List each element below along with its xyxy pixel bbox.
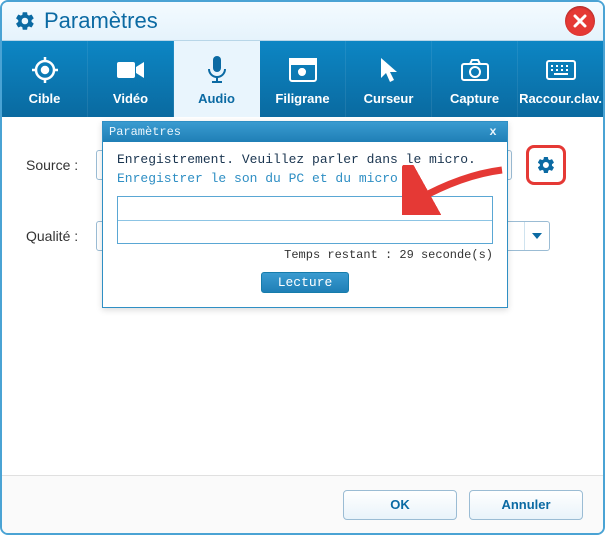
- microphone-icon: [205, 53, 229, 87]
- footer: OK Annuler: [2, 475, 603, 533]
- recording-popup: Paramètres x Enregistrement. Veuillez pa…: [102, 121, 508, 308]
- popup-titlebar: Paramètres x: [103, 122, 507, 142]
- play-button[interactable]: Lecture: [261, 272, 350, 293]
- tabs: Cible Vidéo Audio Filigrane Curseur: [2, 41, 603, 117]
- ok-button[interactable]: OK: [343, 490, 457, 520]
- tab-raccourcis[interactable]: Raccour.clav.: [518, 41, 603, 117]
- tab-label: Vidéo: [113, 91, 148, 106]
- tab-capture[interactable]: Capture: [432, 41, 518, 117]
- video-icon: [116, 53, 146, 87]
- tab-label: Capture: [450, 91, 499, 106]
- camera-icon: [460, 53, 490, 87]
- watermark-icon: [288, 53, 318, 87]
- chevron-down-icon: [524, 222, 549, 250]
- tab-curseur[interactable]: Curseur: [346, 41, 432, 117]
- tab-cible[interactable]: Cible: [2, 41, 88, 117]
- tab-label: Filigrane: [275, 91, 329, 106]
- titlebar: Paramètres: [2, 2, 603, 41]
- tab-label: Audio: [198, 91, 235, 106]
- cancel-button[interactable]: Annuler: [469, 490, 583, 520]
- source-label: Source :: [26, 157, 96, 173]
- tab-video[interactable]: Vidéo: [88, 41, 174, 117]
- tab-label: Cible: [29, 91, 61, 106]
- audio-waveform: [117, 196, 493, 244]
- time-remaining: Temps restant : 29 seconde(s): [117, 248, 493, 262]
- popup-close-button[interactable]: x: [485, 125, 501, 139]
- gear-icon: [14, 10, 36, 32]
- tab-label: Raccour.clav.: [519, 91, 602, 106]
- settings-window: Paramètres Cible Vidéo Audio: [0, 0, 605, 535]
- tab-audio[interactable]: Audio: [174, 41, 260, 117]
- recording-instruction: Enregistrement. Veuillez parler dans le …: [117, 152, 493, 167]
- source-settings-button[interactable]: [526, 145, 566, 185]
- window-title: Paramètres: [44, 8, 158, 34]
- popup-title: Paramètres: [109, 125, 485, 139]
- quality-label: Qualité :: [26, 228, 96, 244]
- cursor-icon: [378, 53, 400, 87]
- panel-audio: Source : Qualité : Paramètres x: [2, 117, 603, 476]
- tab-filigrane[interactable]: Filigrane: [260, 41, 346, 117]
- waveform-midline: [118, 220, 492, 221]
- close-button[interactable]: [565, 6, 595, 36]
- tab-label: Curseur: [364, 91, 414, 106]
- keyboard-icon: [545, 53, 577, 87]
- target-icon: [31, 53, 59, 87]
- popup-body: Enregistrement. Veuillez parler dans le …: [103, 142, 507, 307]
- recording-mode: Enregistrer le son du PC et du micro: [117, 171, 493, 186]
